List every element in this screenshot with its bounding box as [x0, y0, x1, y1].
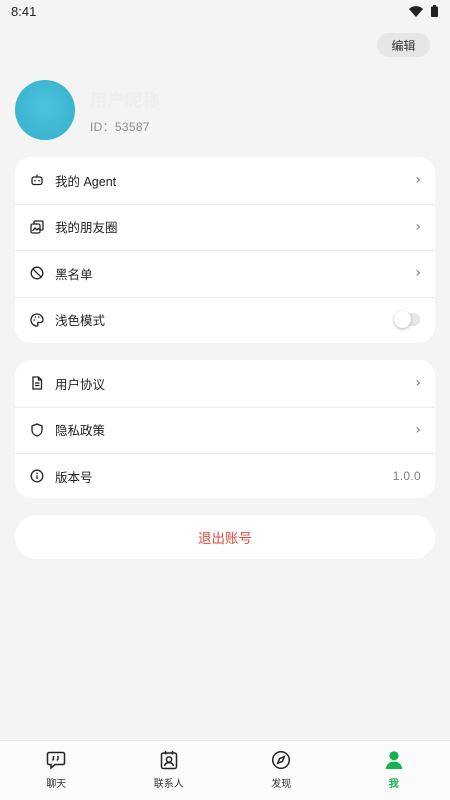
menu-item-version: 版本号 1.0.0 [15, 453, 435, 498]
chevron-right-icon: › [415, 265, 421, 282]
username: 用户昵称 [90, 91, 160, 110]
document-icon [29, 375, 45, 391]
tab-discover[interactable]: 发现 [225, 741, 338, 800]
menu-item-label: 隐私政策 [55, 424, 106, 439]
tab-label: 发现 [271, 779, 292, 790]
info-icon [29, 468, 45, 484]
menu-item-label: 黑名单 [55, 267, 93, 282]
menu-item-label: 我的朋友圈 [55, 221, 118, 236]
edit-profile-button[interactable]: 编辑 [377, 33, 430, 57]
avatar[interactable] [15, 80, 75, 140]
person-icon [385, 751, 402, 769]
tab-label: 我 [388, 779, 399, 790]
settings-card-secondary: 用户协议 › 隐私政策 › 版本号 1.0.0 [15, 360, 435, 498]
block-icon [29, 265, 45, 281]
menu-item-label: 我的 Agent [55, 174, 117, 189]
palette-icon [29, 312, 45, 328]
menu-item-privacy-policy[interactable]: 隐私政策 › [15, 406, 435, 454]
chat-icon [47, 751, 66, 770]
tab-me[interactable]: 我 [338, 741, 450, 800]
menu-item-my-agent[interactable]: 我的 Agent › [15, 157, 435, 204]
moments-icon [29, 219, 45, 235]
wifi-icon [409, 5, 423, 17]
status-time: 8:41 [11, 3, 37, 19]
contacts-icon [160, 751, 177, 770]
menu-item-label: 用户协议 [55, 377, 106, 392]
menu-item-blacklist[interactable]: 黑名单 › [15, 250, 435, 297]
compass-icon [272, 750, 291, 770]
tab-label: 聊天 [46, 779, 67, 790]
user-id: ID：53587 [90, 120, 150, 134]
menu-item-light-mode: 浅色模式 [15, 296, 435, 344]
settings-card-primary: 我的 Agent › 我的朋友圈 › 黑名单 › 浅色模式 [15, 157, 435, 343]
tab-label: 联系人 [153, 779, 184, 790]
tab-chat[interactable]: 聊天 [0, 741, 113, 800]
toggle-knob [394, 311, 411, 329]
status-bar: 8:41 [0, 0, 450, 22]
chevron-right-icon: › [415, 172, 421, 189]
menu-item-my-moments[interactable]: 我的朋友圈 › [15, 203, 435, 251]
robot-icon [29, 172, 45, 188]
logout-button[interactable]: 退出账号 [15, 515, 435, 559]
chevron-right-icon: › [415, 218, 421, 235]
menu-item-user-agreement[interactable]: 用户协议 › [15, 360, 435, 407]
menu-item-label: 浅色模式 [55, 314, 106, 329]
tab-contacts[interactable]: 联系人 [113, 741, 226, 800]
battery-icon [431, 5, 438, 17]
light-mode-toggle[interactable] [394, 311, 420, 329]
shield-icon [29, 422, 45, 438]
version-value: 1.0.0 [392, 469, 421, 484]
chevron-right-icon: › [415, 421, 421, 438]
bottom-tab-bar: 聊天 联系人 发现 我 [0, 740, 450, 800]
chevron-right-icon: › [415, 375, 421, 392]
menu-item-label: 版本号 [55, 470, 93, 485]
